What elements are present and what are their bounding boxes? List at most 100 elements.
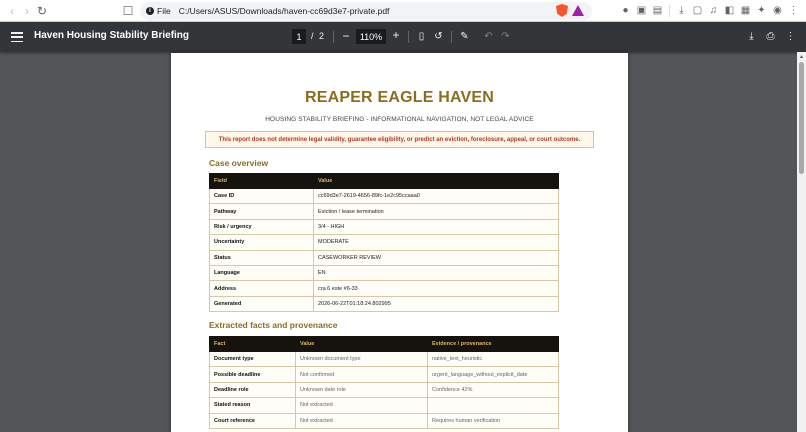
column-header: Field: [209, 173, 314, 189]
fit-page-icon[interactable]: ▯: [415, 30, 428, 43]
table-header-row: Field Value: [209, 173, 559, 189]
vertical-scrollbar[interactable]: ▲: [797, 52, 806, 432]
bookmark-icon[interactable]: ☐: [120, 3, 136, 19]
brave-shield-icon[interactable]: [556, 4, 568, 17]
fact-label: Court reference: [209, 412, 296, 429]
leo-ai-icon[interactable]: ✦: [755, 4, 768, 17]
column-header: Value: [313, 173, 559, 189]
info-icon[interactable]: i: [146, 7, 154, 15]
table-header-row: Fact Value Evidence / provenance: [209, 336, 559, 352]
rotate-icon[interactable]: ↺: [432, 30, 445, 43]
column-header: Fact: [209, 336, 296, 352]
scroll-up-arrow-icon[interactable]: ▲: [799, 54, 804, 60]
table-row: Case ID cc69d3e7-2619-4656-89fc-1e2c95cca…: [209, 187, 559, 205]
toolbar-divider: [451, 31, 452, 43]
case-overview-heading: Case overview: [209, 158, 269, 168]
browser-toolbar: ‹ › ↻ ☐ i File C:/Users/ASUS/Downloads/h…: [0, 0, 806, 22]
toolbar-divider: [669, 4, 670, 17]
fact-value: Not extracted: [295, 412, 428, 429]
table-row: Generated 2026-06-22T01:18:24.802995: [209, 295, 559, 313]
field-label: Address: [209, 280, 314, 297]
field-label: Pathway: [209, 203, 314, 220]
download-icon[interactable]: ⤓: [675, 4, 688, 17]
field-label: Status: [209, 249, 314, 266]
fact-value: Unknown document type: [295, 350, 428, 368]
table-row: Uncertainty MODERATE: [209, 234, 559, 251]
field-value: cc69d3e7-2619-4656-89fc-1e2c95ccaaa0: [313, 187, 559, 205]
reload-icon[interactable]: ↻: [34, 3, 50, 19]
undo-icon[interactable]: ↶: [482, 30, 495, 43]
table-row: Document type Unknown document type native…: [209, 350, 559, 368]
field-label: Uncertainty: [209, 234, 314, 251]
zoom-in-button[interactable]: +: [390, 28, 402, 42]
field-label: Generated: [209, 295, 314, 313]
address-bar[interactable]: i File C:/Users/ASUS/Downloads/haven-cc6…: [140, 2, 592, 20]
facts-heading: Extracted facts and provenance: [209, 320, 338, 330]
column-header: Value: [295, 336, 428, 352]
table-row: Court reference Not extracted Requires hum…: [209, 412, 559, 429]
field-label: Language: [209, 264, 314, 282]
download-icon[interactable]: ⤓: [745, 30, 758, 43]
field-label: Risk / urgency: [209, 218, 314, 236]
page-separator: /: [311, 31, 314, 41]
table-row: Possible deadline Not confirmed urgent_lan…: [209, 366, 559, 383]
document-title: Haven Housing Stability Briefing: [34, 30, 190, 41]
fact-value: Not confirmed: [295, 366, 428, 383]
page-number-input[interactable]: 1: [292, 29, 306, 44]
table-row: Address cra 6 este #6-33: [209, 280, 559, 297]
table-row: Risk / urgency 3/4 - HIGH: [209, 218, 559, 236]
wallet-icon[interactable]: ▦: [739, 4, 752, 17]
field-value: Eviction / lease termination: [313, 203, 559, 220]
forward-icon[interactable]: ›: [19, 3, 35, 19]
field-value: EN: [313, 264, 559, 282]
more-menu-icon[interactable]: ⋮: [787, 4, 800, 17]
media-icon[interactable]: ♫: [707, 4, 720, 17]
annotate-icon[interactable]: ✎: [458, 30, 471, 43]
vpn-icon[interactable]: ●: [619, 4, 632, 17]
field-value: cra 6 este #6-33: [313, 280, 559, 297]
translate-icon[interactable]: ▤: [651, 4, 664, 17]
fact-label: Stated reason: [209, 397, 296, 414]
field-value: 3/4 - HIGH: [313, 218, 559, 236]
hamburger-menu-icon[interactable]: [11, 31, 23, 43]
sidebar-icon[interactable]: ◧: [723, 4, 736, 17]
fact-value: Not extracted: [295, 397, 428, 414]
brave-rewards-icon[interactable]: [572, 5, 584, 16]
more-options-icon[interactable]: ⋮: [784, 30, 797, 43]
toolbar-divider: [408, 31, 409, 43]
fact-evidence: native_text_heuristic: [427, 350, 559, 368]
print-icon[interactable]: ⎙: [764, 30, 777, 43]
redo-icon[interactable]: ↷: [499, 30, 512, 43]
fact-evidence: urgent_language_without_explicit_date: [427, 366, 559, 383]
back-icon[interactable]: ‹: [4, 3, 20, 19]
field-value: 2026-06-22T01:18:24.802995: [313, 295, 559, 313]
fact-label: Deadline role: [209, 381, 296, 399]
fact-evidence: Requires human verification: [427, 412, 559, 429]
fact-value: Unknown date role: [295, 381, 428, 399]
address-url[interactable]: C:/Users/ASUS/Downloads/haven-cc69d3e7-p…: [179, 6, 390, 16]
scrollbar-thumb[interactable]: [799, 62, 804, 174]
table-row: Stated reason Not extracted: [209, 397, 559, 414]
toolbar-divider: [333, 31, 334, 43]
field-label: Case ID: [209, 187, 314, 205]
page-total: 2: [319, 31, 325, 41]
table-row: Status CASEWORKER REVIEW: [209, 249, 559, 266]
pdf-page: REAPER EAGLE HAVEN HOUSING STABILITY BRI…: [171, 53, 628, 432]
screenshot-icon[interactable]: ▢: [691, 4, 704, 17]
address-scheme-label: File: [157, 6, 171, 16]
column-header: Evidence / provenance: [427, 336, 559, 352]
case-overview-table: Field Value Case ID cc69d3e7-2619-4656-89…: [209, 173, 559, 313]
fact-label: Document type: [209, 350, 296, 368]
field-value: MODERATE: [313, 234, 559, 251]
extension-icon[interactable]: ▣: [635, 4, 648, 17]
field-value: CASEWORKER REVIEW: [313, 249, 559, 266]
facts-table: Fact Value Evidence / provenance Documen…: [209, 336, 559, 429]
report-brand-title: REAPER EAGLE HAVEN: [304, 89, 495, 106]
table-row: Language EN: [209, 264, 559, 282]
fact-label: Possible deadline: [209, 366, 296, 383]
zoom-level-input[interactable]: 110%: [356, 29, 386, 44]
brave-news-icon[interactable]: ◉: [771, 4, 784, 17]
disclaimer-banner: This report does not determine legal val…: [205, 131, 594, 148]
zoom-out-button[interactable]: −: [340, 29, 352, 43]
fact-evidence: [427, 397, 559, 414]
